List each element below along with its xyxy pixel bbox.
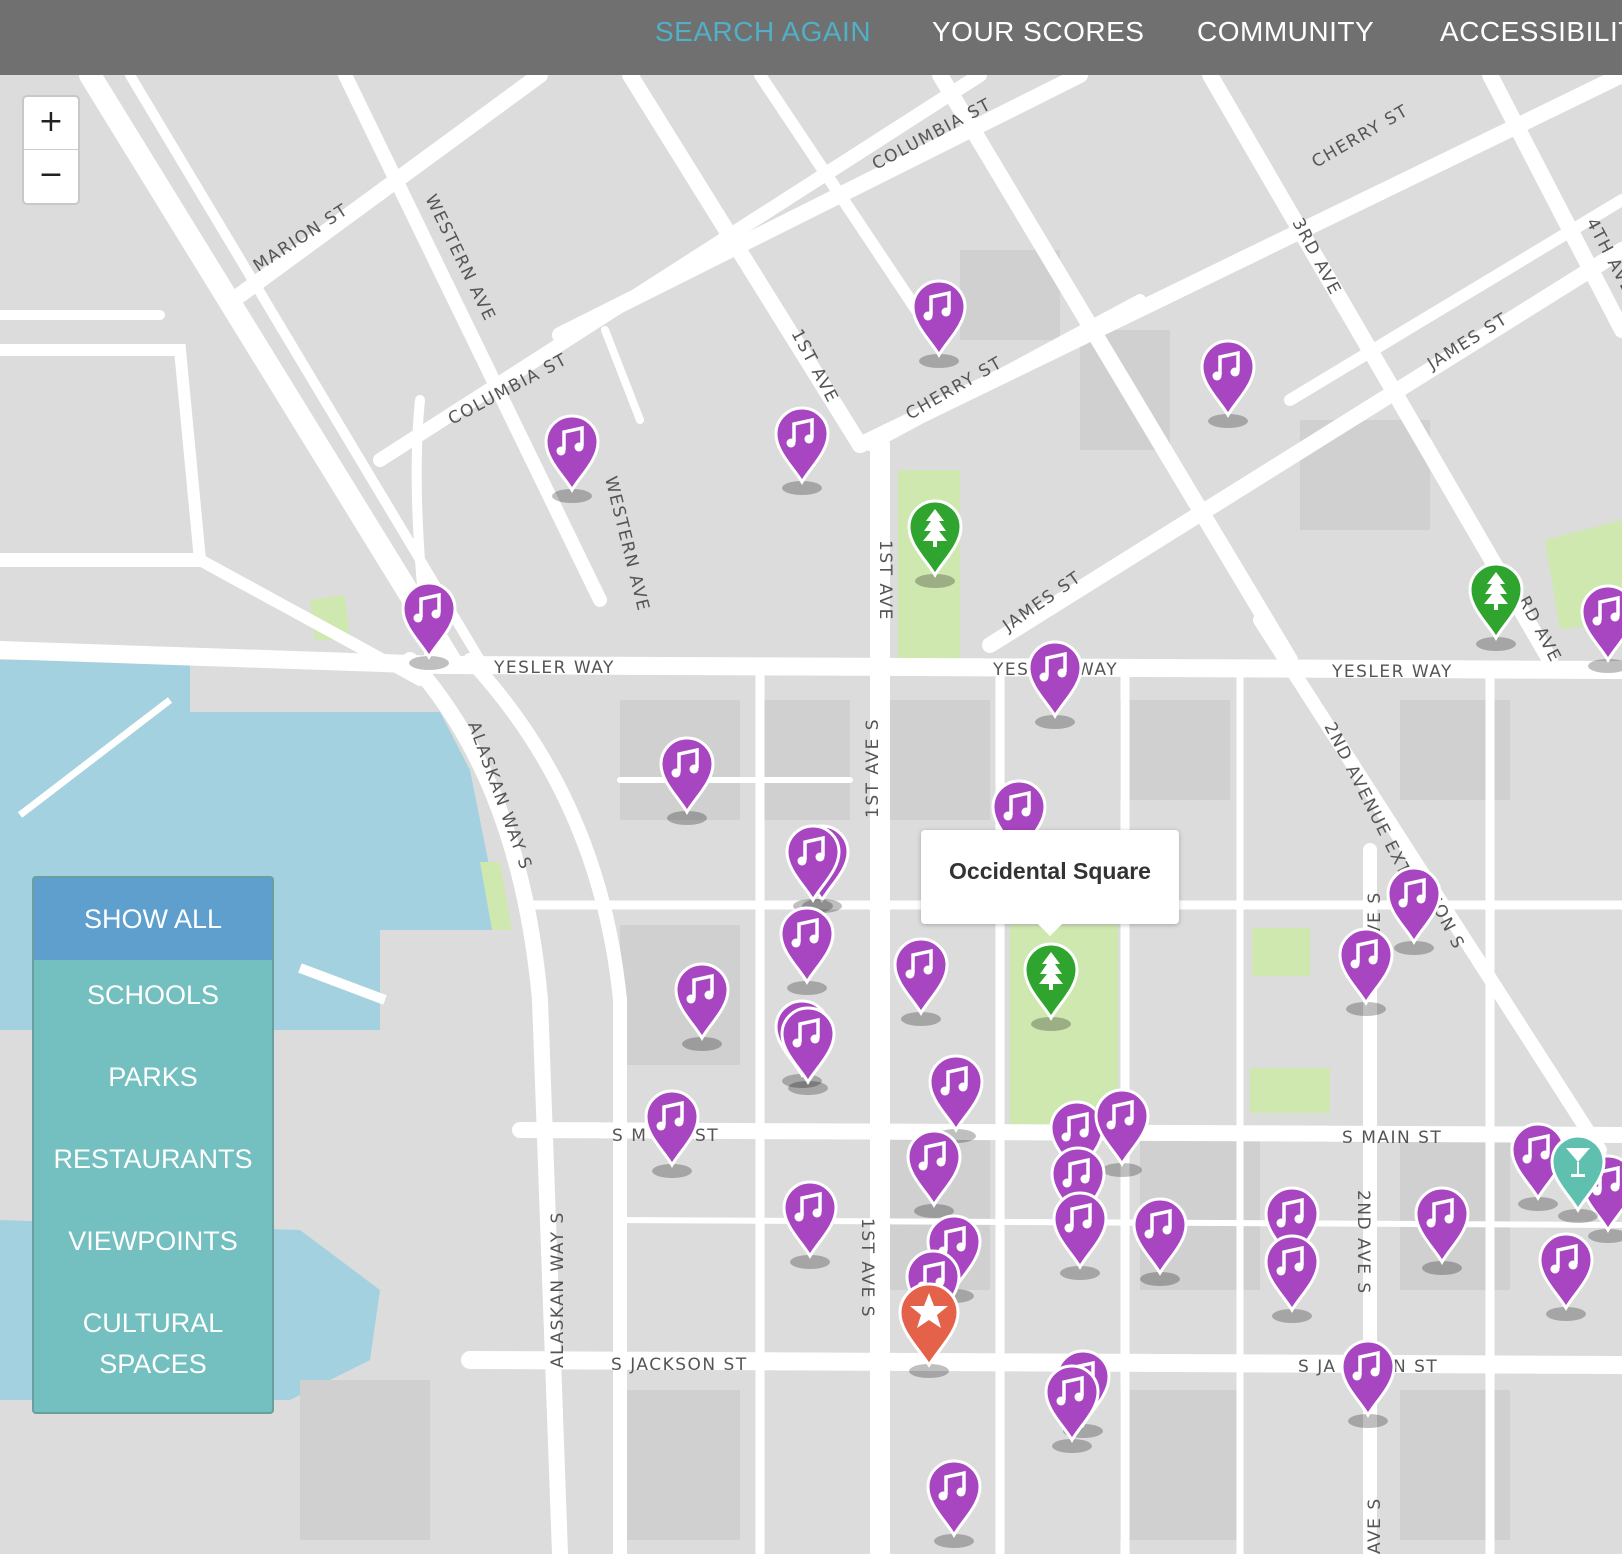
street-label: 2ND AVE S — [1353, 1190, 1373, 1295]
filter-viewpoints-button[interactable]: VIEWPOINTS — [34, 1221, 272, 1262]
street-label: 1ST AVE — [875, 540, 895, 621]
street-label: YES — [992, 660, 1029, 680]
filter-cultural-label-line2: SPACES — [99, 1349, 207, 1379]
top-nav-bar: SEARCH AGAIN YOUR SCORES COMMUNITY ACCES… — [0, 0, 1622, 75]
street-label: AVE S — [1365, 1497, 1385, 1554]
popup-title: Occidental Square — [949, 858, 1151, 884]
street-label: S M — [612, 1126, 647, 1146]
nav-search-again[interactable]: SEARCH AGAIN — [655, 16, 871, 48]
street-label: ALASKAN WAY S — [548, 1211, 568, 1368]
filter-parks-button[interactable]: PARKS — [34, 1057, 272, 1098]
street-label: 1ST AVE S — [857, 1218, 877, 1318]
street-label: YESLER WAY — [493, 658, 615, 678]
street-label: YESLER WAY — [1331, 662, 1453, 682]
filter-schools-button[interactable]: SCHOOLS — [34, 975, 272, 1016]
street-label: WAY — [1077, 660, 1118, 680]
zoom-in-button[interactable]: + — [24, 97, 78, 150]
category-filter-panel: SHOW ALL SCHOOLS PARKS RESTAURANTS VIEWP… — [32, 876, 274, 1414]
street-label: S JACKSON ST — [611, 1355, 748, 1375]
filter-cultural-label-line1: CULTURAL — [82, 1308, 224, 1338]
nav-accessibility[interactable]: ACCESSIBILIT — [1440, 16, 1622, 48]
street-label: S MAIN ST — [1342, 1128, 1442, 1148]
street-label: S JA — [1298, 1357, 1337, 1377]
filter-cultural-spaces-button[interactable]: CULTURAL SPACES — [34, 1303, 272, 1385]
place-popup: Occidental Square — [921, 830, 1179, 924]
street-label: 1ST AVE S — [863, 718, 883, 818]
nav-community[interactable]: COMMUNITY — [1197, 16, 1374, 48]
popup-pointer — [1034, 920, 1066, 936]
street-label: ST — [695, 1126, 719, 1146]
filter-restaurants-button[interactable]: RESTAURANTS — [34, 1139, 272, 1180]
nav-your-scores[interactable]: YOUR SCORES — [932, 16, 1144, 48]
street-label: N ST — [1393, 1357, 1438, 1377]
zoom-control: + − — [22, 95, 80, 205]
filter-show-all-button[interactable]: SHOW ALL — [34, 878, 272, 960]
zoom-out-button[interactable]: − — [24, 150, 78, 202]
